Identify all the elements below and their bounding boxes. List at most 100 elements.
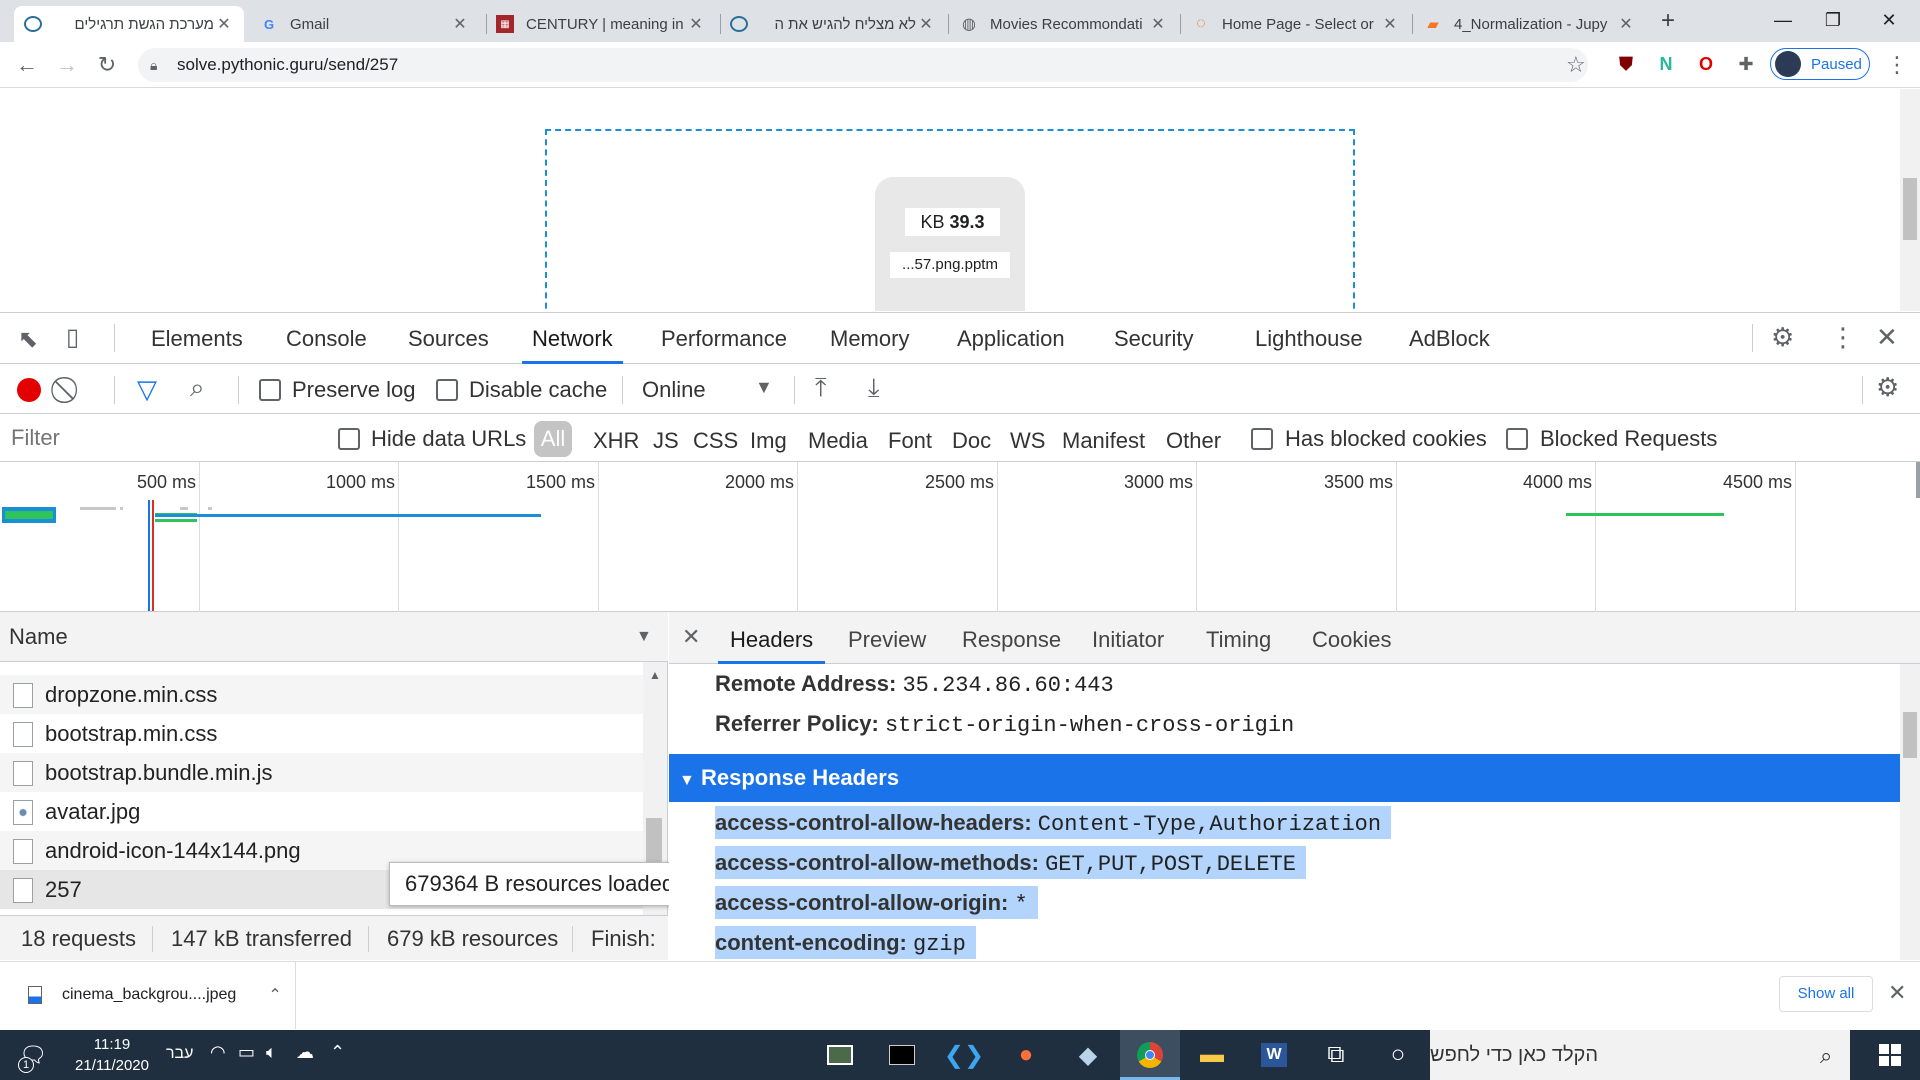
tab-pythonic-active[interactable]: מערכת הגשת תרגילים ✕ [14, 6, 244, 42]
tab-memory[interactable]: Memory [820, 312, 919, 364]
taskbar-search-box[interactable]: הקלד כאן כדי לחפש [1430, 1030, 1850, 1080]
type-filter-doc[interactable]: Doc [952, 428, 991, 454]
forward-icon[interactable]: → [52, 50, 82, 80]
name-column-header[interactable]: Name ▼ [0, 612, 668, 662]
terminal-icon[interactable] [872, 1030, 932, 1080]
chrome-icon[interactable] [1120, 1030, 1180, 1080]
back-icon[interactable]: ← [12, 50, 42, 80]
close-details-icon[interactable]: ✕ [682, 624, 700, 650]
tab-gmail[interactable]: G Gmail ✕ [250, 6, 480, 42]
devtools-close-icon[interactable]: ✕ [1876, 322, 1898, 353]
filter-funnel-icon[interactable]: ▽ [137, 374, 157, 405]
puzzle-icon[interactable]: ✚ [1734, 52, 1758, 76]
tab-close-icon[interactable]: ✕ [686, 14, 706, 34]
tab-century[interactable]: ▦ CENTURY | meaning in ✕ [486, 6, 716, 42]
type-filter-manifest[interactable]: Manifest [1062, 428, 1145, 454]
tab-jupyter[interactable]: ▰ 4_Normalization - Jupy ✕ [1414, 6, 1646, 42]
export-har-icon[interactable]: ⤓ [868, 372, 880, 404]
firefox-icon[interactable]: ● [996, 1030, 1056, 1080]
kebab-menu-icon[interactable]: ⋮ [1886, 52, 1908, 78]
chevron-up-icon[interactable]: ⌃ [268, 985, 281, 1005]
table-row[interactable]: avatar.jpg [0, 792, 643, 831]
new-tab-button[interactable]: + [1656, 6, 1680, 36]
tab-network[interactable]: Network [522, 312, 623, 364]
cortana-icon[interactable]: ○ [1368, 1030, 1428, 1080]
reload-icon[interactable]: ↻ [92, 50, 122, 80]
tab-headers[interactable]: Headers [718, 612, 826, 664]
tab-preview[interactable]: Preview [836, 612, 938, 664]
tab-performance[interactable]: Performance [651, 312, 797, 364]
blocked-requests-checkbox[interactable] [1506, 428, 1528, 450]
word-icon[interactable]: W [1244, 1030, 1304, 1080]
tab-close-icon[interactable]: ✕ [1616, 14, 1636, 34]
tab-console[interactable]: Console [276, 312, 377, 364]
tab-response[interactable]: Response [950, 612, 1073, 664]
shelf-close-icon[interactable]: ✕ [1888, 980, 1906, 1006]
onedrive-icon[interactable]: ☁ [296, 1042, 314, 1063]
chevron-down-icon[interactable]: ▼ [755, 377, 773, 398]
tab-pythonic-2[interactable]: לא מצליח להגיש את ה ✕ [720, 6, 946, 42]
window-close-icon[interactable]: ✕ [1866, 0, 1912, 40]
tab-close-icon[interactable]: ✕ [916, 14, 936, 34]
type-filter-js[interactable]: JS [653, 428, 679, 454]
throttling-select[interactable]: Online [642, 377, 706, 403]
opera-icon[interactable]: O [1694, 52, 1718, 76]
tab-adblock[interactable]: AdBlock [1399, 312, 1500, 364]
network-settings-gear-icon[interactable]: ⚙ [1876, 372, 1899, 403]
taskbar-app-icon[interactable] [810, 1030, 870, 1080]
table-row[interactable]: bootstrap.min.css [0, 714, 643, 753]
record-icon[interactable] [17, 378, 41, 402]
tab-elements[interactable]: Elements [141, 312, 253, 364]
tab-cookies[interactable]: Cookies [1300, 612, 1403, 664]
battery-icon[interactable]: ▭ [238, 1042, 255, 1063]
page-scroll-thumb[interactable] [1903, 178, 1917, 240]
details-scrollbar[interactable] [1900, 664, 1920, 960]
filter-input[interactable] [5, 420, 313, 456]
inspect-element-icon[interactable]: ⬉ [18, 325, 38, 354]
settings-gear-icon[interactable]: ⚙ [1771, 322, 1794, 353]
response-headers-section[interactable]: ▼ Response Headers [669, 754, 1900, 802]
minimize-icon[interactable]: — [1760, 0, 1806, 40]
table-row[interactable]: dropzone.min.css [0, 675, 643, 714]
type-filter-ws[interactable]: WS [1010, 428, 1045, 454]
task-view-icon[interactable]: ⧉ [1306, 1030, 1366, 1080]
url-text[interactable]: solve.pythonic.guru/send/257 [177, 55, 398, 75]
extension-n-icon[interactable]: N [1654, 52, 1678, 76]
taskbar-clock[interactable]: 11:19 21/11/2020 [62, 1034, 162, 1076]
tab-application[interactable]: Application [947, 312, 1075, 364]
sort-arrow-icon[interactable]: ▼ [636, 628, 652, 646]
tray-chevron-up-icon[interactable]: ⌃ [330, 1042, 345, 1063]
lock-icon[interactable]: 🔒︎ [150, 57, 157, 74]
ublock-icon[interactable]: ⛊ [1614, 52, 1638, 76]
type-filter-img[interactable]: Img [750, 428, 787, 454]
search-icon[interactable]: ⌕ [190, 372, 205, 404]
profile-button[interactable]: Paused [1770, 48, 1870, 80]
overview-resize-handle[interactable] [1916, 462, 1920, 498]
scroll-up-icon[interactable]: ▲ [649, 668, 661, 682]
show-all-button[interactable]: Show all [1779, 976, 1873, 1012]
tab-close-icon[interactable]: ✕ [214, 14, 234, 34]
restore-icon[interactable]: ❐ [1810, 0, 1856, 40]
tab-movies[interactable]: ◍ Movies Recommondati ✕ [950, 6, 1178, 42]
windows-start-icon[interactable] [1860, 1030, 1920, 1080]
tab-close-icon[interactable]: ✕ [1380, 14, 1400, 34]
import-har-icon[interactable]: ⤒ [815, 372, 827, 404]
wifi-icon[interactable]: ◠ [210, 1042, 226, 1063]
disable-cache-checkbox[interactable] [436, 379, 458, 401]
tab-sources[interactable]: Sources [398, 312, 499, 364]
type-filter-other[interactable]: Other [1166, 428, 1221, 454]
tab-initiator[interactable]: Initiator [1080, 612, 1176, 664]
type-filter-xhr[interactable]: XHR [593, 428, 639, 454]
mirror-app-icon[interactable]: ◆ [1058, 1030, 1118, 1080]
tab-close-icon[interactable]: ✕ [450, 14, 470, 34]
file-explorer-icon[interactable]: ▬ [1182, 1030, 1242, 1080]
tab-timing[interactable]: Timing [1194, 612, 1283, 664]
table-row[interactable]: bootstrap.bundle.min.js [0, 753, 643, 792]
notifications-icon[interactable]: 🗨︎ [10, 1030, 56, 1080]
devtools-menu-icon[interactable]: ⋮ [1830, 322, 1856, 353]
tab-home-page[interactable]: ◌ Home Page - Select or ✕ [1182, 6, 1410, 42]
device-toolbar-icon[interactable]: ▯ [66, 323, 79, 352]
volume-icon[interactable]: 🔈︎ [266, 1042, 277, 1063]
language-indicator[interactable]: עבר [166, 1045, 193, 1063]
type-filter-css[interactable]: CSS [693, 428, 738, 454]
